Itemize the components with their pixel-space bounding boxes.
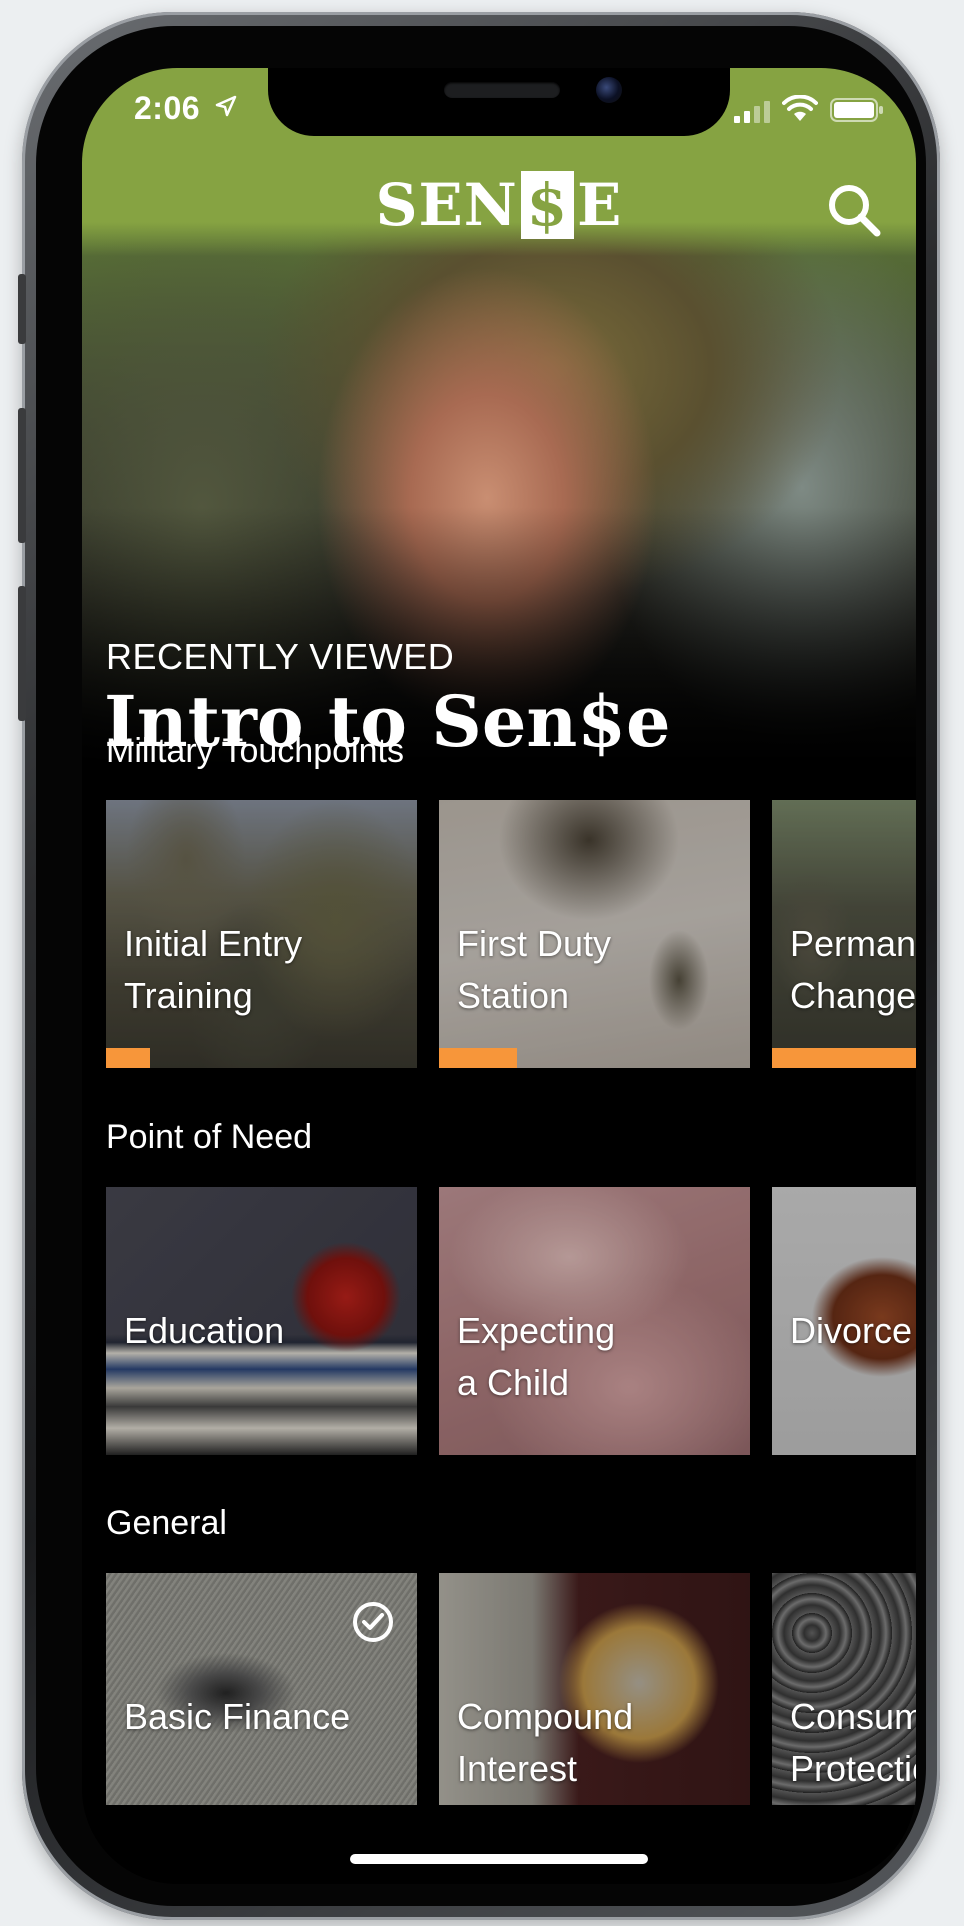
home-indicator[interactable]	[350, 1854, 648, 1864]
card-label: Initial Entry Training	[124, 923, 303, 1016]
card-compound-interest[interactable]: Compound Interest	[439, 1573, 750, 1805]
search-icon	[829, 185, 881, 237]
volume-down-button	[18, 586, 26, 721]
front-camera	[596, 77, 622, 103]
progress-bar	[439, 1048, 517, 1068]
device-notch	[268, 68, 730, 136]
progress-bar	[106, 1048, 150, 1068]
app-screen: RECENTLY VIEWED Intro to Sen$e SEN $ E 2:0…	[82, 68, 916, 1884]
card-permanent-change[interactable]: Permanent Change	[772, 800, 916, 1068]
section-title-military-touchpoints: Military Touchpoints	[106, 732, 404, 770]
card-initial-entry-training[interactable]: Initial Entry Training	[106, 800, 417, 1068]
card-label: First Duty Station	[457, 923, 612, 1016]
section-title-point-of-need: Point of Need	[106, 1118, 313, 1156]
speaker-grille	[444, 82, 560, 98]
location-arrow-icon	[215, 95, 237, 117]
card-label: Basic Finance	[124, 1696, 351, 1737]
card-label: Compound Interest	[457, 1696, 634, 1789]
hero-overline: RECENTLY VIEWED	[106, 636, 455, 677]
card-first-duty-station[interactable]: First Duty Station	[439, 800, 750, 1068]
carousel-general[interactable]: Basic Finance Compound Interest Consumer…	[106, 1573, 916, 1805]
mute-switch	[18, 274, 26, 344]
volume-up-button	[18, 408, 26, 543]
carousel-point-of-need[interactable]: Education Expecting a Child Divorce	[106, 1187, 916, 1455]
card-label: Divorce	[790, 1310, 913, 1351]
search-button[interactable]	[824, 180, 884, 240]
card-label: Permanent Change	[790, 923, 916, 1016]
logo-dollar-mark: $	[520, 171, 575, 239]
carousel-military-touchpoints[interactable]: Initial Entry Training First Duty Statio…	[106, 800, 916, 1068]
wifi-icon	[782, 95, 818, 121]
card-divorce[interactable]: Divorce	[772, 1187, 916, 1455]
card-consumer-protection[interactable]: Consumer Protection	[772, 1573, 916, 1805]
progress-bar	[772, 1048, 916, 1068]
checkmark-circle-icon	[353, 1602, 393, 1642]
hero-banner[interactable]: RECENTLY VIEWED Intro to Sen$e	[82, 188, 916, 768]
section-title-general: General	[106, 1504, 227, 1542]
card-education[interactable]: Education	[106, 1187, 417, 1455]
logo-text-right: E	[577, 171, 623, 239]
card-label: Expecting a Child	[457, 1310, 616, 1403]
battery-icon	[830, 98, 883, 122]
card-label: Education	[124, 1310, 285, 1351]
signal-icon	[734, 101, 770, 123]
card-basic-finance[interactable]: Basic Finance	[106, 1573, 417, 1805]
card-label: Consumer Protection	[790, 1696, 916, 1789]
app-logo: SEN $ E	[82, 171, 916, 239]
status-time: 2:06	[134, 90, 201, 126]
card-expecting-a-child[interactable]: Expecting a Child	[439, 1187, 750, 1455]
logo-text-left: SEN	[375, 171, 518, 239]
